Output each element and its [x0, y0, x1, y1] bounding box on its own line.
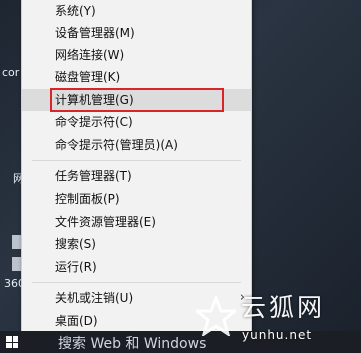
- menu-item-label: 任务管理器(T): [55, 169, 132, 183]
- menu-separator: [32, 160, 241, 161]
- menu-item-control-panel[interactable]: 控制面板(P): [22, 188, 251, 210]
- menu-item-label: 网络连接(W): [55, 48, 125, 62]
- menu-item-file-explorer[interactable]: 文件资源管理器(E): [22, 211, 251, 233]
- watermark: 云狐网 yunhu.net: [196, 288, 356, 350]
- menu-item-label: 命令提示符(C): [55, 115, 133, 129]
- menu-item-disk-management[interactable]: 磁盘管理(K): [22, 66, 251, 88]
- menu-item-label: 磁盘管理(K): [55, 70, 121, 84]
- menu-separator: [32, 282, 241, 283]
- menu-item-label: 运行(R): [55, 260, 97, 274]
- menu-item-label: 设备管理器(M): [55, 26, 135, 40]
- watermark-url: yunhu.net: [242, 328, 313, 342]
- menu-item-device-manager[interactable]: 设备管理器(M): [22, 22, 251, 44]
- menu-item-system[interactable]: 系统(Y): [22, 0, 251, 22]
- watermark-text: 云狐网: [241, 293, 326, 322]
- windows-logo-icon[interactable]: [6, 336, 18, 348]
- winx-context-menu: 系统(Y) 设备管理器(M) 网络连接(W) 磁盘管理(K) 计算机管理(G) …: [21, 0, 252, 336]
- menu-item-label: 系统(Y): [55, 4, 96, 18]
- menu-item-search[interactable]: 搜索(S): [22, 233, 251, 255]
- menu-item-label: 桌面(D): [55, 314, 98, 328]
- menu-item-label: 文件资源管理器(E): [55, 215, 156, 229]
- menu-item-label: 关机或注销(U): [55, 291, 134, 305]
- desktop-icon-label-1: cor: [2, 66, 20, 79]
- taskbar-search-box[interactable]: 搜索 Web 和 Windows: [58, 333, 206, 353]
- menu-item-command-prompt[interactable]: 命令提示符(C): [22, 111, 251, 133]
- menu-item-label: 搜索(S): [55, 237, 96, 251]
- menu-item-label: 命令提示符(管理员)(A): [55, 138, 178, 152]
- menu-item-run[interactable]: 运行(R): [22, 256, 251, 278]
- menu-item-command-prompt-admin[interactable]: 命令提示符(管理员)(A): [22, 134, 251, 156]
- star-logo-icon: [196, 296, 236, 336]
- menu-item-task-manager[interactable]: 任务管理器(T): [22, 165, 251, 187]
- menu-item-network-connections[interactable]: 网络连接(W): [22, 44, 251, 66]
- highlight-box: [50, 88, 224, 112]
- menu-item-label: 控制面板(P): [55, 192, 120, 206]
